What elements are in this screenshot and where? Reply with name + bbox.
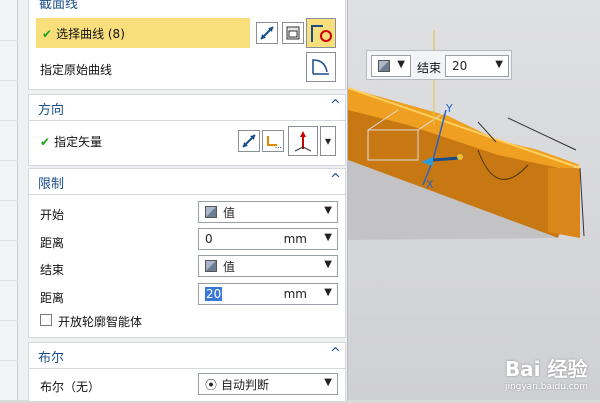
vector-dialog-icon[interactable]: ... [262, 130, 284, 152]
vector-selector-icon[interactable] [288, 126, 318, 156]
section-title: 截面线 [39, 0, 79, 12]
select-curve-row[interactable]: ✔ 选择曲线 (8) [36, 18, 250, 48]
start-dropdown[interactable]: 值 ▼ [198, 201, 338, 223]
dropdown-arrow-icon: ▼ [324, 205, 332, 216]
open-profile-label: 开放轮廓智能体 [58, 315, 143, 329]
open-profile-checkbox[interactable] [40, 314, 52, 326]
direction-title: 方向 [38, 103, 65, 118]
boolean-dropdown[interactable]: ⦿ 自动判断 ▼ [198, 373, 338, 395]
dropdown-arrow-icon: ▼ [397, 59, 405, 70]
checkmark-icon: ✔ [40, 135, 51, 149]
floating-end-toolbar: ▼ 结束 20 ▼ [366, 50, 512, 80]
original-curve-icon[interactable] [306, 52, 336, 82]
specify-original-curve-label: 指定原始曲线 [40, 63, 113, 77]
axis-x-label: X [426, 178, 434, 191]
distance-end-input[interactable]: 20 mm ▼ [198, 283, 338, 305]
left-ruler-strip [0, 0, 18, 400]
boolean-auto-icon: ⦿ [205, 377, 218, 392]
reverse-direction-icon[interactable] [256, 22, 278, 44]
dropdown-arrow-icon: ▼ [324, 259, 332, 270]
dropdown-arrow-icon: ▼ [324, 377, 332, 388]
watermark: Bai 经验 jingyan.baidu.com [504, 357, 588, 392]
distance-label: 距离 [40, 291, 65, 305]
float-end-label: 结束 [417, 61, 442, 75]
end-label: 结束 [40, 263, 65, 277]
axis-y-label: Y [446, 102, 453, 115]
distance-label: 距离 [40, 236, 65, 250]
sketch-icon[interactable] [282, 22, 304, 44]
dropdown-arrow-icon: ▼ [495, 59, 503, 70]
start-label: 开始 [40, 208, 65, 222]
value-cube-icon [378, 60, 390, 72]
dropdown-arrow-icon: ▼ [324, 287, 332, 298]
float-value-type-dropdown[interactable]: ▼ [371, 55, 411, 77]
distance-start-input[interactable]: 0 mm ▼ [198, 228, 338, 250]
end-dropdown[interactable]: 值 ▼ [198, 255, 338, 277]
value-cube-icon [205, 260, 217, 272]
select-curve-label: ✔ 选择曲线 (8) [42, 27, 125, 41]
limits-title: 限制 [38, 177, 65, 192]
specify-vector-label: ✔ 指定矢量 [40, 135, 103, 149]
reverse-vector-icon[interactable] [238, 130, 260, 152]
value-cube-icon [205, 206, 217, 218]
checkmark-icon: ✔ [42, 27, 53, 41]
boolean-title: 布尔 [38, 351, 65, 366]
chevron-up-icon[interactable]: ^ [324, 0, 335, 6]
curve-select-icon[interactable] [306, 18, 336, 48]
svg-text:...: ... [275, 142, 281, 149]
float-end-input[interactable]: 20 ▼ [445, 55, 509, 77]
vector-dropdown-arrow[interactable]: ▾ [320, 126, 336, 156]
dropdown-arrow-icon: ▼ [324, 232, 332, 243]
boolean-label: 布尔（无） [40, 380, 101, 394]
